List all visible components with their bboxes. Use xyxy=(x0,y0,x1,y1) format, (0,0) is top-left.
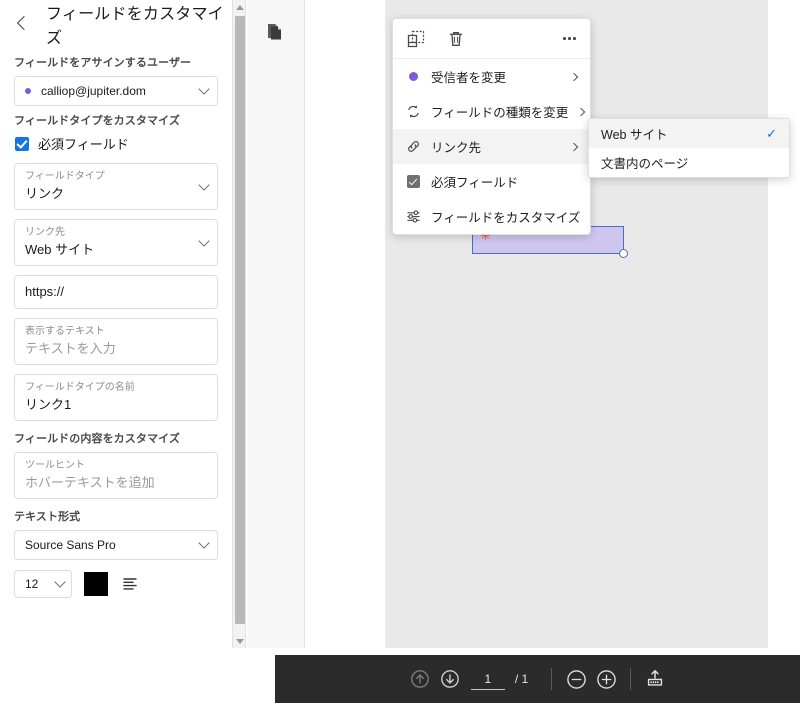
page-total-label: / 1 xyxy=(515,672,528,686)
link-target-value: Web サイト xyxy=(25,240,191,259)
chevron-right-icon xyxy=(577,107,585,115)
submenu-item-document-page[interactable]: 文書内のページ xyxy=(589,148,789,177)
font-family-value: Source Sans Pro xyxy=(25,538,116,552)
left-panel-scrollbar[interactable] xyxy=(232,0,246,648)
link-target-label: リンク先 xyxy=(25,226,191,240)
pdf-bottom-toolbar: / 1 xyxy=(275,655,800,703)
align-left-icon[interactable] xyxy=(120,574,140,594)
pages-icon[interactable] xyxy=(265,22,285,42)
field-type-value: リンク xyxy=(25,184,191,203)
arrow-down-circle-icon[interactable] xyxy=(435,664,465,694)
scroll-up-arrow-icon[interactable] xyxy=(233,0,247,14)
field-context-menu: 受信者を変更 フィールドの種類を変更 リンク xyxy=(392,18,591,235)
chevron-left-icon[interactable] xyxy=(14,15,32,33)
chevron-right-icon xyxy=(570,142,578,150)
chevron-down-icon xyxy=(198,537,209,548)
app-root: フィールドをカスタマイズ フィールドをアサインするユーザー calliop@ju… xyxy=(0,0,800,705)
toolbar-controls: / 1 xyxy=(405,664,670,694)
scroll-down-arrow-icon[interactable] xyxy=(233,634,247,648)
page-title: フィールドをカスタマイズ xyxy=(46,0,226,48)
link-target-submenu: Web サイト ✓ 文書内のページ xyxy=(588,118,790,178)
assignee-color-dot xyxy=(25,88,31,94)
font-size-value: 12 xyxy=(25,577,38,591)
chevron-down-icon xyxy=(198,235,209,246)
menu-item-link-target[interactable]: リンク先 xyxy=(393,129,590,164)
tooltip-placeholder: ホバーテキストを追加 xyxy=(25,473,191,492)
display-text-placeholder: テキストを入力 xyxy=(25,339,191,358)
tooltip-input[interactable]: ツールヒント ホバーテキストを追加 xyxy=(14,452,218,499)
font-color-swatch[interactable] xyxy=(84,572,108,596)
checkbox-checked-icon xyxy=(15,137,29,151)
customize-field-panel: フィールドをカスタマイズ フィールドをアサインするユーザー calliop@ju… xyxy=(0,0,232,648)
menu-item-label: 必須フィールド xyxy=(431,172,580,191)
panel-body: calliop@jupiter.dom xyxy=(0,76,232,106)
sliders-icon xyxy=(405,209,421,225)
menu-item-customize-field[interactable]: フィールドをカスタマイズ xyxy=(393,199,590,234)
menu-item-change-recipient[interactable]: 受信者を変更 xyxy=(393,59,590,94)
field-type-select[interactable]: フィールドタイプ リンク xyxy=(14,163,218,210)
content-section-label: フィールドの内容をカスタマイズ xyxy=(0,430,232,446)
toolbar-divider xyxy=(551,668,552,690)
display-text-label: 表示するテキスト xyxy=(25,325,191,339)
plus-circle-icon[interactable] xyxy=(591,664,621,694)
display-text-input[interactable]: 表示するテキスト テキストを入力 xyxy=(14,318,218,365)
panel-body-3: ツールヒント ホバーテキストを追加 xyxy=(0,452,232,499)
checkbox-checked-icon xyxy=(405,174,421,190)
submenu-item-website[interactable]: Web サイト ✓ xyxy=(589,119,789,148)
menu-item-label: フィールドの種類を変更 xyxy=(431,102,568,121)
link-target-select[interactable]: リンク先 Web サイト xyxy=(14,219,218,266)
font-size-select[interactable]: 12 xyxy=(14,570,72,598)
chevron-down-icon xyxy=(198,83,209,94)
panel-header: フィールドをカスタマイズ xyxy=(0,0,232,48)
arrow-up-circle-icon[interactable] xyxy=(405,664,435,694)
more-options-icon[interactable] xyxy=(563,33,576,44)
menu-item-change-field-type[interactable]: フィールドの種類を変更 xyxy=(393,94,590,129)
field-name-value: リンク1 xyxy=(25,395,191,414)
toolbar-divider-2 xyxy=(630,668,631,690)
menu-item-label: リンク先 xyxy=(431,137,561,156)
field-type-label: フィールドタイプ xyxy=(25,170,191,184)
text-format-section-label: テキスト形式 xyxy=(0,508,232,524)
scrollbar-thumb[interactable] xyxy=(235,16,245,624)
menu-item-required-field[interactable]: 必須フィールド xyxy=(393,164,590,199)
assignee-value: calliop@jupiter.dom xyxy=(41,84,146,98)
panel-body-4: Source Sans Pro 12 xyxy=(0,530,232,598)
panel-body-2: 必須フィールド フィールドタイプ リンク リンク先 Web サイト https:… xyxy=(0,134,232,421)
required-field-label: 必須フィールド xyxy=(38,134,129,153)
format-controls-row: 12 xyxy=(14,570,218,598)
page-thumbnail-rail xyxy=(247,0,305,648)
url-value: https:// xyxy=(25,276,64,308)
field-type-section-label: フィールドタイプをカスタマイズ xyxy=(0,112,232,128)
chevron-down-icon xyxy=(198,179,209,190)
recipient-dot-icon xyxy=(405,69,421,85)
duplicate-selection-icon[interactable] xyxy=(407,30,425,48)
page-number-input[interactable] xyxy=(471,669,505,690)
check-icon: ✓ xyxy=(766,126,777,142)
submenu-item-label: Web サイト xyxy=(601,124,766,143)
assign-section-label: フィールドをアサインするユーザー xyxy=(0,54,232,70)
assignee-select[interactable]: calliop@jupiter.dom xyxy=(14,76,218,106)
url-input[interactable]: https:// xyxy=(14,275,218,309)
trash-icon[interactable] xyxy=(447,30,465,48)
link-icon xyxy=(405,139,421,155)
submenu-item-label: 文書内のページ xyxy=(601,153,777,172)
fit-page-icon[interactable] xyxy=(640,664,670,694)
chevron-down-icon xyxy=(54,576,65,587)
font-family-select[interactable]: Source Sans Pro xyxy=(14,530,218,560)
context-menu-toolbar xyxy=(393,19,590,59)
field-name-input[interactable]: フィールドタイプの名前 リンク1 xyxy=(14,374,218,421)
required-field-checkbox[interactable]: 必須フィールド xyxy=(14,134,218,153)
minus-circle-icon[interactable] xyxy=(561,664,591,694)
menu-item-label: フィールドをカスタマイズ xyxy=(431,207,580,226)
change-field-type-icon xyxy=(405,104,421,120)
resize-handle[interactable] xyxy=(619,249,628,258)
tooltip-label: ツールヒント xyxy=(25,459,191,473)
chevron-right-icon xyxy=(570,72,578,80)
field-name-label: フィールドタイプの名前 xyxy=(25,381,191,395)
menu-item-label: 受信者を変更 xyxy=(431,67,561,86)
